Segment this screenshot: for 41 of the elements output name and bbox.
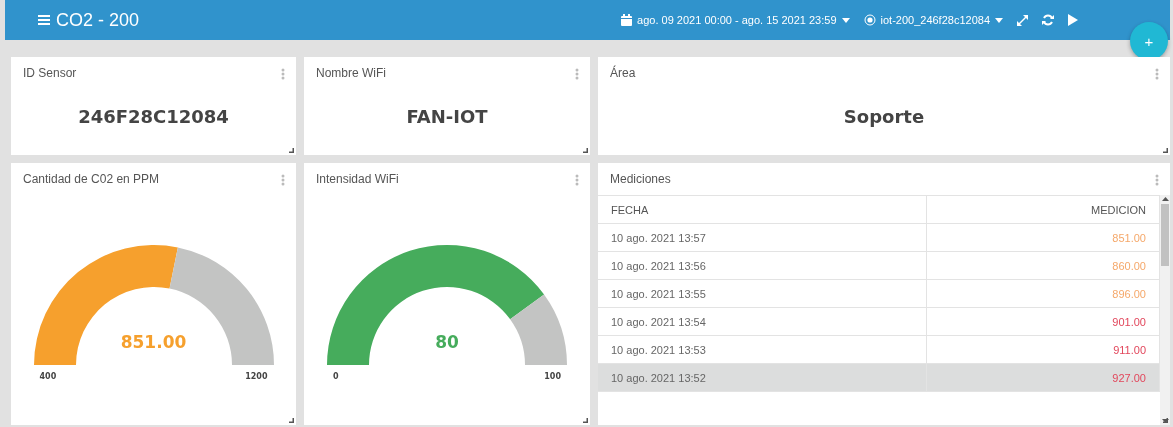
gauge-min-label: 400 [39, 372, 57, 381]
kebab-menu-icon[interactable] [281, 174, 285, 186]
widget-value: FAN-IOT [406, 106, 488, 127]
widget-title: Cantidad de C02 en PPM [23, 172, 160, 186]
device-name: iot-200_246f28c12084 [880, 14, 990, 26]
kebab-menu-icon[interactable] [1155, 174, 1159, 186]
dashboard-title: CO2 - 200 [56, 9, 140, 31]
refresh-icon[interactable] [1042, 14, 1054, 26]
scrollbar[interactable] [1160, 195, 1170, 425]
gauge-min-label: 0 [333, 372, 339, 381]
resize-handle-icon[interactable] [289, 148, 294, 153]
widget-title: Intensidad WiFi [316, 172, 399, 186]
widget-title: ID Sensor [23, 66, 77, 80]
resize-handle-icon[interactable] [583, 148, 588, 153]
kebab-menu-icon[interactable] [575, 174, 579, 186]
kebab-menu-icon[interactable] [1155, 68, 1159, 80]
widget-value: Soporte [843, 106, 925, 127]
gauge-value: 851.00 [120, 332, 187, 352]
column-header: FECHA [598, 195, 927, 224]
caret-icon [995, 17, 1003, 23]
kebab-menu-icon[interactable] [281, 68, 285, 80]
resize-handle-icon[interactable] [289, 418, 294, 423]
scroll-up-icon[interactable] [1161, 197, 1169, 201]
widget-title: Área [610, 66, 636, 80]
play-icon[interactable] [1068, 14, 1078, 26]
resize-handle-icon[interactable] [583, 418, 588, 423]
caret-icon [841, 17, 850, 23]
gauge-value: 80 [435, 332, 459, 352]
resize-handle-icon[interactable] [1163, 148, 1168, 153]
widget-value: 246F28C12084 [78, 106, 229, 127]
kebab-menu-icon[interactable] [575, 68, 579, 80]
device-selector[interactable]: iot-200_246f28c12084 [863, 14, 1003, 26]
widget-title: Mediciones [610, 172, 671, 186]
gauge-max-label: 1200 [245, 372, 268, 381]
expand-icon[interactable] [1017, 14, 1028, 26]
scroll-thumb[interactable] [1161, 204, 1169, 266]
column-header: MEDICION [926, 195, 1160, 224]
widget-title: Nombre WiFi [316, 66, 386, 80]
menu-icon[interactable] [38, 15, 50, 25]
gauge-max-label: 100 [544, 372, 561, 381]
calendar-icon [621, 14, 633, 26]
